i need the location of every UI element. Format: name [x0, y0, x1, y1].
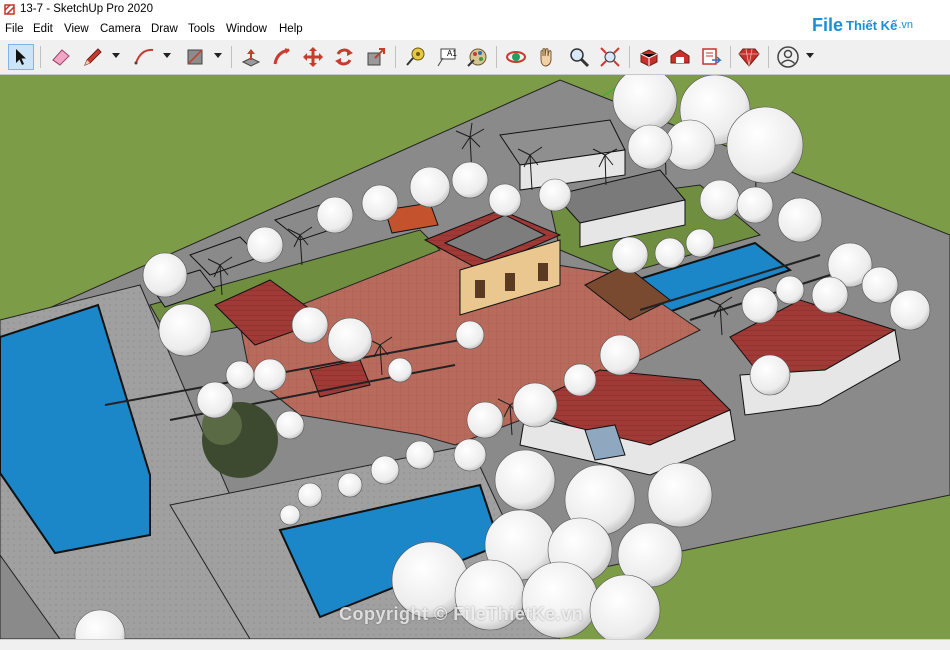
menu-file[interactable]: File [5, 23, 24, 35]
pencil-line-icon [84, 48, 102, 66]
text-tool-button[interactable]: A1 [433, 44, 459, 70]
arc-tool-dropdown[interactable] [163, 53, 171, 58]
window-title: 13-7 - SketchUp Pro 2020 [20, 3, 153, 15]
toolbar-separator [40, 46, 41, 68]
extension-manager-button[interactable] [736, 44, 762, 70]
account-icon [777, 46, 799, 68]
line-tool-button[interactable] [80, 44, 106, 70]
select-tool-button[interactable] [8, 44, 34, 70]
eraser-tool-button[interactable] [48, 44, 74, 70]
scale-icon [367, 48, 385, 66]
menu-tools[interactable]: Tools [188, 23, 215, 35]
push-pull-icon [241, 49, 261, 67]
paint-bucket-icon [467, 48, 487, 67]
follow-me-icon [273, 48, 290, 65]
pavilion-door [475, 280, 485, 298]
pan-icon [540, 48, 552, 67]
menu-window[interactable]: Window [226, 23, 267, 35]
move-tool-button[interactable] [300, 44, 326, 70]
shape-tool-dropdown[interactable] [214, 53, 222, 58]
toolbar-separator [231, 46, 232, 68]
tape-measure-tool-button[interactable] [402, 44, 428, 70]
move-icon [303, 47, 323, 67]
pavilion-door [538, 263, 548, 281]
orbit-tool-button[interactable] [503, 44, 529, 70]
toolbar: A1 [0, 40, 950, 75]
toolbar-separator [629, 46, 630, 68]
sketchup-logo-icon [4, 4, 15, 15]
rotate-tool-button[interactable] [331, 44, 357, 70]
model-viewport[interactable] [0, 75, 950, 639]
arc-tool-button[interactable] [131, 44, 157, 70]
3d-site-model [0, 75, 950, 639]
send-to-layout-button[interactable] [698, 44, 724, 70]
title-bar: 13-7 - SketchUp Pro 2020 [0, 0, 950, 20]
zoom-tool-button[interactable] [566, 44, 592, 70]
toolbar-separator [768, 46, 769, 68]
follow-me-tool-button[interactable] [269, 44, 295, 70]
paint-bucket-tool-button[interactable] [464, 44, 490, 70]
rotate-icon [335, 48, 353, 66]
tape-measure-icon [406, 47, 425, 66]
zoom-icon [570, 48, 590, 68]
status-bar [0, 639, 950, 650]
extension-warehouse-icon [670, 49, 690, 64]
toolbar-separator [395, 46, 396, 68]
line-tool-dropdown[interactable] [112, 53, 120, 58]
menu-edit[interactable]: Edit [33, 23, 53, 35]
account-dropdown[interactable] [806, 53, 814, 58]
menu-help[interactable]: Help [279, 23, 303, 35]
zoom-extents-icon [600, 47, 620, 67]
filethietke-logo: File Thiết Kế .vn [812, 14, 913, 35]
copyright-watermark: Copyright © FileThietKe.vn [339, 604, 584, 624]
arc-icon [134, 48, 154, 65]
toolbar-separator [730, 46, 731, 68]
layout-icon [702, 48, 722, 65]
extension-warehouse-button[interactable] [667, 44, 693, 70]
extension-manager-icon [738, 48, 760, 67]
3d-warehouse-button[interactable] [636, 44, 662, 70]
menu-camera[interactable]: Camera [100, 23, 141, 35]
3d-warehouse-icon [640, 49, 658, 67]
rectangle-icon [187, 49, 203, 65]
shape-tool-button[interactable] [182, 44, 208, 70]
push-pull-tool-button[interactable] [238, 44, 264, 70]
menu-bar: File Edit View Camera Draw Tools Window … [0, 20, 950, 40]
orbit-icon [506, 51, 526, 63]
zoom-extents-tool-button[interactable] [597, 44, 623, 70]
menu-view[interactable]: View [64, 23, 89, 35]
scale-tool-button[interactable] [363, 44, 389, 70]
select-icon [16, 49, 26, 65]
menu-draw[interactable]: Draw [151, 23, 178, 35]
pavilion-door [505, 273, 515, 291]
eraser-icon [52, 49, 70, 66]
text-tool-label: A1 [447, 49, 457, 58]
toolbar-separator [496, 46, 497, 68]
pan-tool-button[interactable] [534, 44, 560, 70]
account-button[interactable] [775, 44, 801, 70]
